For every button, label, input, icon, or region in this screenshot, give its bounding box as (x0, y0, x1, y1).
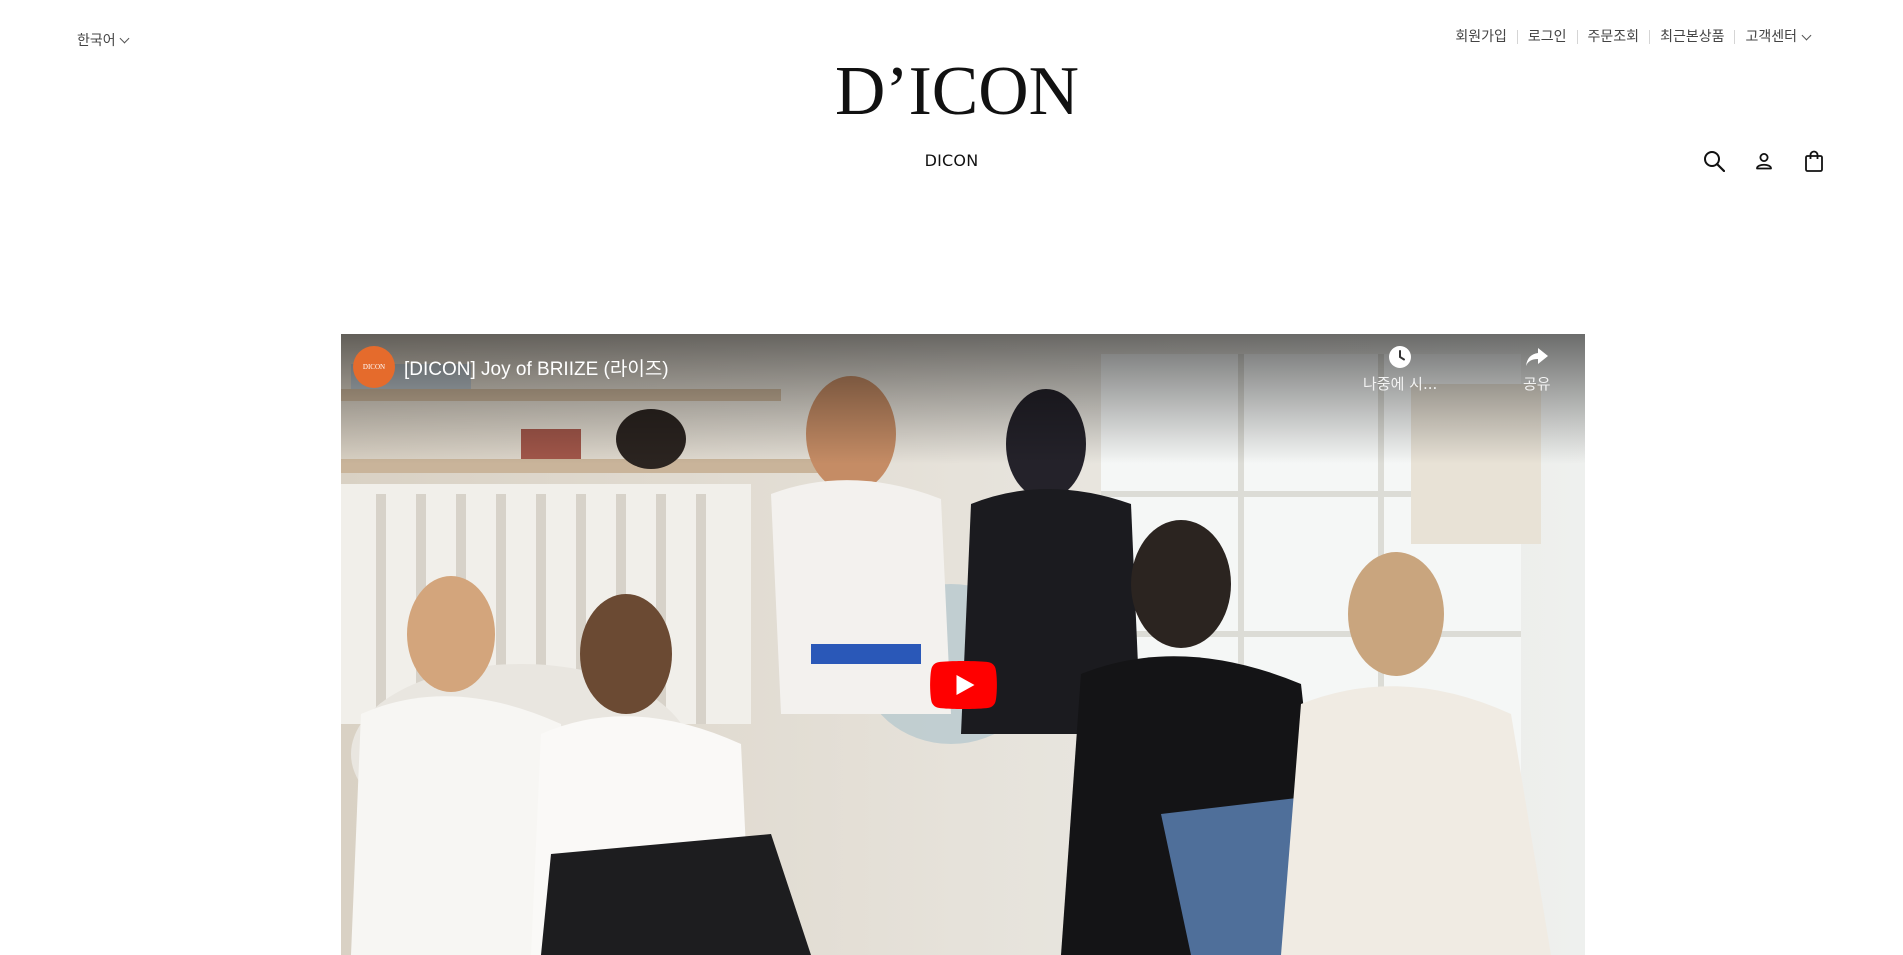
signup-link-label: 회원가입 (1455, 29, 1507, 45)
share-label: 공유 (1523, 375, 1551, 393)
video-title[interactable]: [DICON] Joy of BRIIZE (라이즈) (404, 354, 669, 381)
login-link[interactable]: 로그인 (1516, 29, 1577, 45)
main-nav: DICON (0, 151, 1903, 170)
login-link-label: 로그인 (1527, 29, 1567, 45)
recently-viewed-link[interactable]: 최근본상품 (1649, 30, 1734, 44)
search-icon[interactable] (1702, 149, 1726, 173)
watch-later-label: 나중에 시... (1363, 375, 1438, 393)
dicon-logo-graphic: D’ICON (835, 53, 1079, 130)
channel-avatar[interactable]: DICON (353, 346, 395, 388)
customer-center-link[interactable]: 고객센터 (1734, 30, 1820, 44)
chevron-down-icon (119, 33, 130, 43)
order-lookup-link-label: 주문조회 (1587, 29, 1640, 45)
user-icon[interactable] (1752, 149, 1776, 173)
watch-later-button[interactable]: 나중에 시... (1363, 345, 1437, 394)
youtube-video-player[interactable]: DICON [DICON] Joy of BRIIZE (라이즈) 나중에 시.… (341, 334, 1585, 955)
signup-link[interactable]: 회원가입 (1445, 30, 1517, 44)
recently-viewed-link-label: 최근본상품 (1660, 29, 1725, 45)
clock-icon (1389, 346, 1412, 368)
language-selector[interactable]: 한국어 (77, 30, 130, 50)
header-icons (1702, 149, 1826, 173)
nav-item-dicon[interactable]: DICON (925, 151, 979, 170)
play-icon (930, 661, 997, 709)
share-icon (1525, 348, 1548, 366)
order-lookup-link[interactable]: 주문조회 (1576, 29, 1650, 45)
chevron-down-icon (1801, 30, 1812, 40)
customer-center-link-label: 고객센터 (1745, 29, 1797, 45)
language-label: 한국어 (77, 33, 116, 49)
shopping-bag-icon[interactable] (1802, 149, 1826, 173)
share-button[interactable]: 공유 (1523, 345, 1551, 394)
play-button[interactable] (929, 661, 998, 709)
channel-avatar-text: DICON (362, 363, 386, 371)
logo-text: D’ICON (835, 58, 1079, 122)
top-utility-links: 회원가입 로그인 주문조회 최근본상품 고객센터 (1445, 30, 1820, 44)
dicon-logo[interactable]: D’ICON (835, 53, 1079, 130)
